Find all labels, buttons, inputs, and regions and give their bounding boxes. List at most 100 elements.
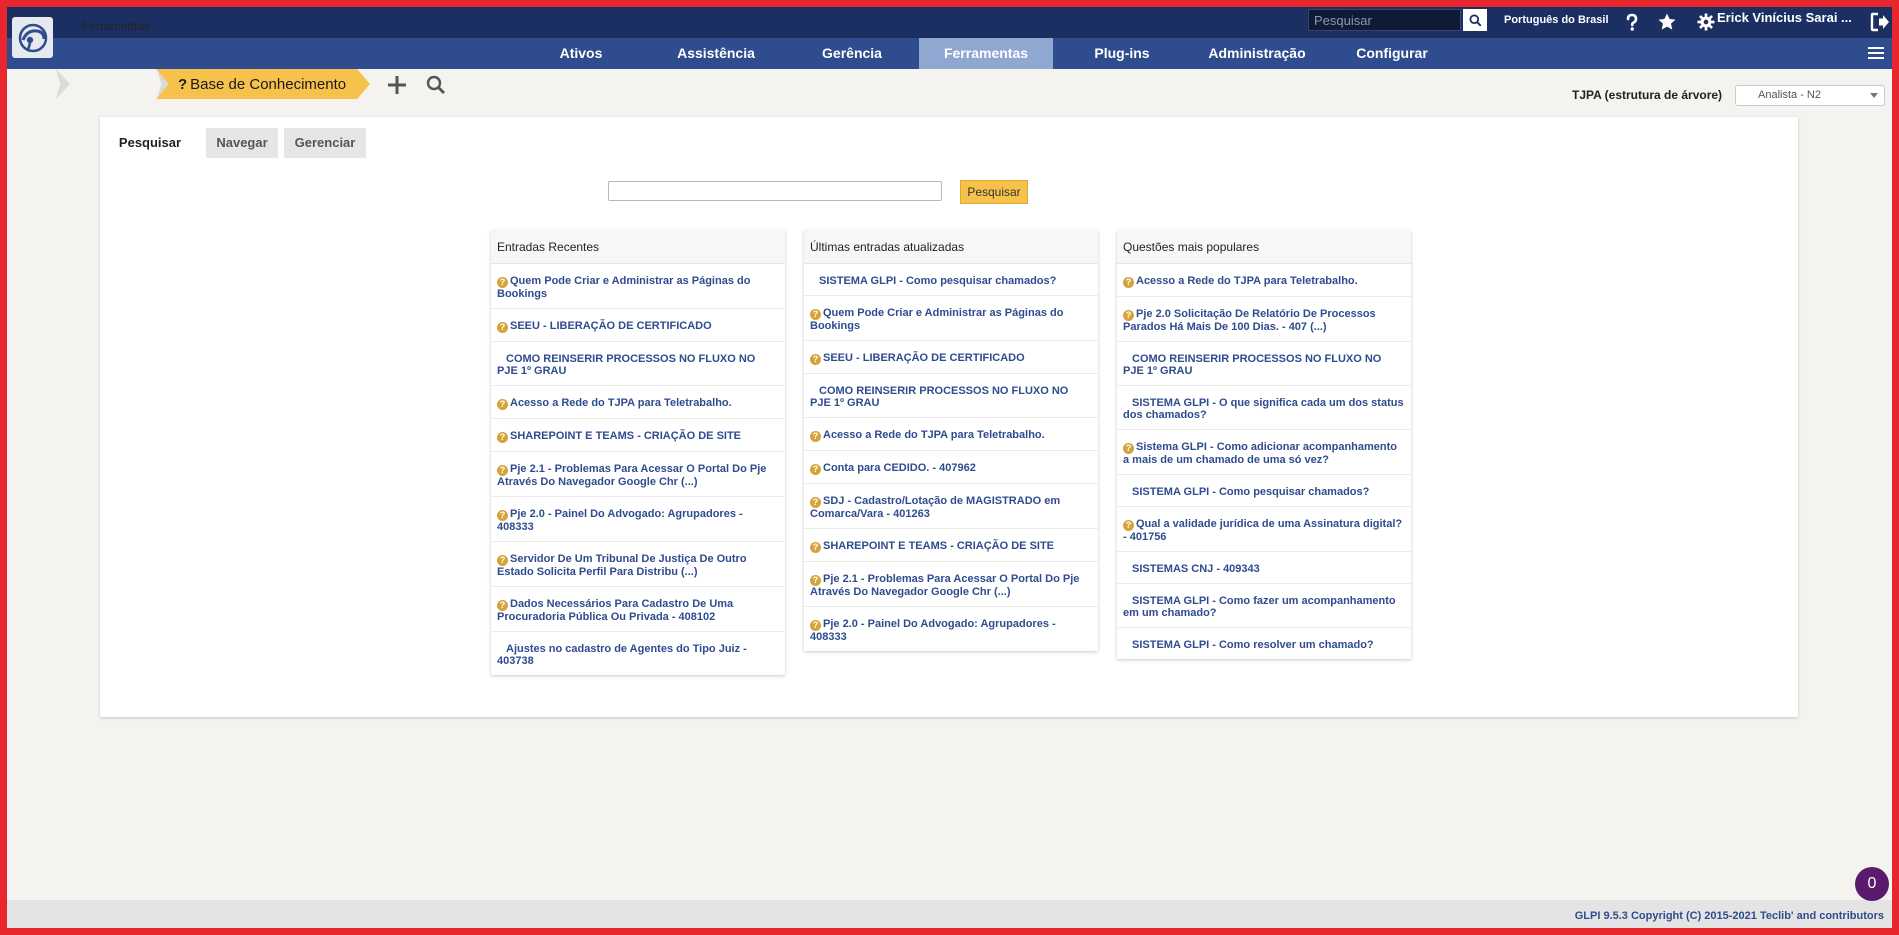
list-item[interactable]: ? Quem Pode Criar e Administrar as Página…: [804, 296, 1098, 341]
list-item-link[interactable]: SEEU - LIBERAÇÃO DE CERTIFICADO: [823, 352, 1025, 364]
list-item[interactable]: ? Dados Necessários Para Cadastro De Uma …: [491, 587, 785, 632]
list-item[interactable]: Ajustes no cadastro de Agentes do Tipo J…: [491, 632, 785, 675]
global-search-input[interactable]: [1308, 9, 1461, 31]
list-item-link[interactable]: Acesso a Rede do TJPA para Teletrabalho.: [1136, 275, 1358, 287]
logout-icon[interactable]: [1869, 11, 1891, 33]
list-item[interactable]: COMO REINSERIR PROCESSOS NO FLUXO NO PJE…: [1117, 342, 1411, 386]
global-search-button[interactable]: [1463, 9, 1487, 31]
kb-search-input[interactable]: [608, 181, 942, 201]
gear-icon[interactable]: [1695, 11, 1717, 33]
user-menu[interactable]: Erick Vinícius Sarai ...: [1717, 10, 1852, 25]
list-item[interactable]: ? Pje 2.0 Solicitação De Relatório De Pro…: [1117, 297, 1411, 342]
list-item-link[interactable]: SISTEMAS CNJ - 409343: [1132, 563, 1260, 575]
list-item-link[interactable]: Pje 2.0 - Painel Do Advogado: Agrupadore…: [497, 508, 743, 533]
tab-navegar[interactable]: Navegar: [206, 128, 278, 158]
list-item[interactable]: ? Pje 2.1 - Problemas Para Acessar O Port…: [491, 452, 785, 497]
nav-ferramentas[interactable]: Ferramentas: [919, 38, 1053, 69]
list-item-link[interactable]: Sistema GLPI - Como adicionar acompanham…: [1123, 441, 1397, 466]
list-item-link[interactable]: Servidor De Um Tribunal De Justiça De Ou…: [497, 553, 747, 578]
list-item-link[interactable]: Pje 2.1 - Problemas Para Acessar O Porta…: [497, 463, 766, 488]
list-item[interactable]: ? SEEU - LIBERAÇÃO DE CERTIFICADO: [804, 341, 1098, 374]
faq-question-icon: ?: [1123, 277, 1134, 288]
list-item-link[interactable]: SDJ - Cadastro/Lotação de MAGISTRADO em …: [810, 495, 1060, 520]
list-item[interactable]: ? Conta para CEDIDO. - 407962: [804, 451, 1098, 484]
tab-pesquisar[interactable]: Pesquisar: [110, 128, 190, 158]
language-selector[interactable]: Português do Brasil: [1504, 14, 1609, 26]
search-icon[interactable]: [426, 75, 446, 100]
list-item-link[interactable]: Quem Pode Criar e Administrar as Páginas…: [497, 275, 750, 300]
list-item[interactable]: ? Quem Pode Criar e Administrar as Página…: [491, 264, 785, 309]
list-item-link[interactable]: SHAREPOINT E TEAMS - CRIAÇÃO DE SITE: [510, 430, 741, 442]
list-item[interactable]: ? Acesso a Rede do TJPA para Teletrabalho…: [491, 386, 785, 419]
menu-icon[interactable]: [1867, 44, 1885, 62]
list-item-link[interactable]: COMO REINSERIR PROCESSOS NO FLUXO NO PJE…: [1123, 353, 1381, 377]
list-item[interactable]: ? Acesso a Rede do TJPA para Teletrabalho…: [804, 418, 1098, 451]
list-item[interactable]: ? SHAREPOINT E TEAMS - CRIAÇÃO DE SITE: [804, 529, 1098, 562]
list-item-link[interactable]: SISTEMA GLPI - Como pesquisar chamados?: [1132, 486, 1369, 498]
nav-assistencia[interactable]: Assistência: [659, 38, 773, 69]
help-icon[interactable]: [1621, 11, 1643, 33]
list-item[interactable]: SISTEMAS CNJ - 409343: [1117, 552, 1411, 584]
recent-entries-list: Entradas Recentes ? Quem Pode Criar e Adm…: [491, 230, 785, 675]
list-item[interactable]: ? SDJ - Cadastro/Lotação de MAGISTRADO em…: [804, 484, 1098, 529]
faq-question-icon: ?: [810, 575, 821, 586]
breadcrumb-tools[interactable]: Ferramentas: [75, 13, 157, 39]
list-item[interactable]: ? Acesso a Rede do TJPA para Teletrabalho…: [1117, 264, 1411, 297]
list-item[interactable]: COMO REINSERIR PROCESSOS NO FLUXO NO PJE…: [491, 342, 785, 386]
nav-gerencia[interactable]: Gerência: [802, 38, 902, 69]
list-item[interactable]: ? Pje 2.1 - Problemas Para Acessar O Port…: [804, 562, 1098, 607]
list-item-link[interactable]: SISTEMA GLPI - Como pesquisar chamados?: [819, 275, 1056, 287]
faq-question-icon: ?: [810, 354, 821, 365]
profile-select[interactable]: Analista - N2: [1735, 85, 1885, 106]
list-item-link[interactable]: Pje 2.1 - Problemas Para Acessar O Porta…: [810, 573, 1079, 598]
kb-search-button[interactable]: Pesquisar: [960, 180, 1028, 204]
list-item-link[interactable]: Ajustes no cadastro de Agentes do Tipo J…: [497, 643, 747, 667]
column-title: Entradas Recentes: [491, 230, 785, 264]
list-item[interactable]: ? Pje 2.0 - Painel Do Advogado: Agrupador…: [491, 497, 785, 542]
list-item-link[interactable]: Acesso a Rede do TJPA para Teletrabalho.: [510, 397, 732, 409]
list-item[interactable]: ? Sistema GLPI - Como adicionar acompanha…: [1117, 430, 1411, 475]
list-item-link[interactable]: Conta para CEDIDO. - 407962: [823, 462, 976, 474]
plus-icon[interactable]: [387, 75, 407, 100]
list-item-link[interactable]: Quem Pode Criar e Administrar as Páginas…: [810, 307, 1063, 332]
list-item-link[interactable]: Acesso a Rede do TJPA para Teletrabalho.: [823, 429, 1045, 441]
tab-gerenciar[interactable]: Gerenciar: [284, 128, 366, 158]
list-item[interactable]: SISTEMA GLPI - Como pesquisar chamados?: [804, 264, 1098, 296]
updated-entries-list: Últimas entradas atualizadas SISTEMA GLP…: [804, 230, 1098, 651]
breadcrumb-current[interactable]: ? Base de Conhecimento: [156, 69, 370, 99]
nav-configurar[interactable]: Configurar: [1337, 38, 1447, 69]
list-item[interactable]: SISTEMA GLPI - O que significa cada um d…: [1117, 386, 1411, 430]
list-item[interactable]: SISTEMA GLPI - Como pesquisar chamados?: [1117, 475, 1411, 507]
faq-question-icon: ?: [497, 322, 508, 333]
list-item-link[interactable]: SHAREPOINT E TEAMS - CRIAÇÃO DE SITE: [823, 540, 1054, 552]
list-item-link[interactable]: Pje 2.0 Solicitação De Relatório De Proc…: [1123, 308, 1376, 333]
entity-label[interactable]: TJPA (estrutura de árvore): [1572, 88, 1722, 102]
copyright-link[interactable]: GLPI 9.5.3 Copyright (C) 2015-2021 Tecli…: [1575, 910, 1884, 922]
notification-badge[interactable]: 0: [1855, 867, 1889, 901]
logo-icon[interactable]: [12, 17, 53, 58]
list-item[interactable]: ? SHAREPOINT E TEAMS - CRIAÇÃO DE SITE: [491, 419, 785, 452]
list-item-link[interactable]: Pje 2.0 - Painel Do Advogado: Agrupadore…: [810, 618, 1056, 643]
nav-plugins[interactable]: Plug-ins: [1072, 38, 1172, 69]
list-item[interactable]: ? SEEU - LIBERAÇÃO DE CERTIFICADO: [491, 309, 785, 342]
list-item-link[interactable]: COMO REINSERIR PROCESSOS NO FLUXO NO PJE…: [497, 353, 755, 377]
list-item[interactable]: ? Qual a validade jurídica de uma Assinat…: [1117, 507, 1411, 552]
faq-question-icon: ?: [1123, 310, 1134, 321]
list-item-link[interactable]: SISTEMA GLPI - O que significa cada um d…: [1123, 397, 1404, 421]
list-item[interactable]: SISTEMA GLPI - Como resolver um chamado?: [1117, 628, 1411, 659]
list-item-link[interactable]: SISTEMA GLPI - Como resolver um chamado?: [1132, 639, 1374, 651]
nav-ativos[interactable]: Ativos: [531, 38, 631, 69]
list-item-link[interactable]: Dados Necessários Para Cadastro De Uma P…: [497, 598, 733, 623]
list-item-link[interactable]: COMO REINSERIR PROCESSOS NO FLUXO NO PJE…: [810, 385, 1068, 409]
list-item[interactable]: ? Pje 2.0 - Painel Do Advogado: Agrupador…: [804, 607, 1098, 651]
list-item-link[interactable]: SISTEMA GLPI - Como fazer um acompanhame…: [1123, 595, 1396, 619]
list-item[interactable]: COMO REINSERIR PROCESSOS NO FLUXO NO PJE…: [804, 374, 1098, 418]
nav-administracao[interactable]: Administração: [1195, 38, 1319, 69]
star-icon[interactable]: [1656, 11, 1678, 33]
faq-question-icon: ?: [810, 620, 821, 631]
list-item[interactable]: SISTEMA GLPI - Como fazer um acompanhame…: [1117, 584, 1411, 628]
list-item-link[interactable]: Qual a validade jurídica de uma Assinatu…: [1123, 518, 1402, 543]
list-item-link[interactable]: SEEU - LIBERAÇÃO DE CERTIFICADO: [510, 320, 712, 332]
list-item[interactable]: ? Servidor De Um Tribunal De Justiça De O…: [491, 542, 785, 587]
breadcrumb-current-label: Base de Conhecimento: [190, 75, 347, 93]
